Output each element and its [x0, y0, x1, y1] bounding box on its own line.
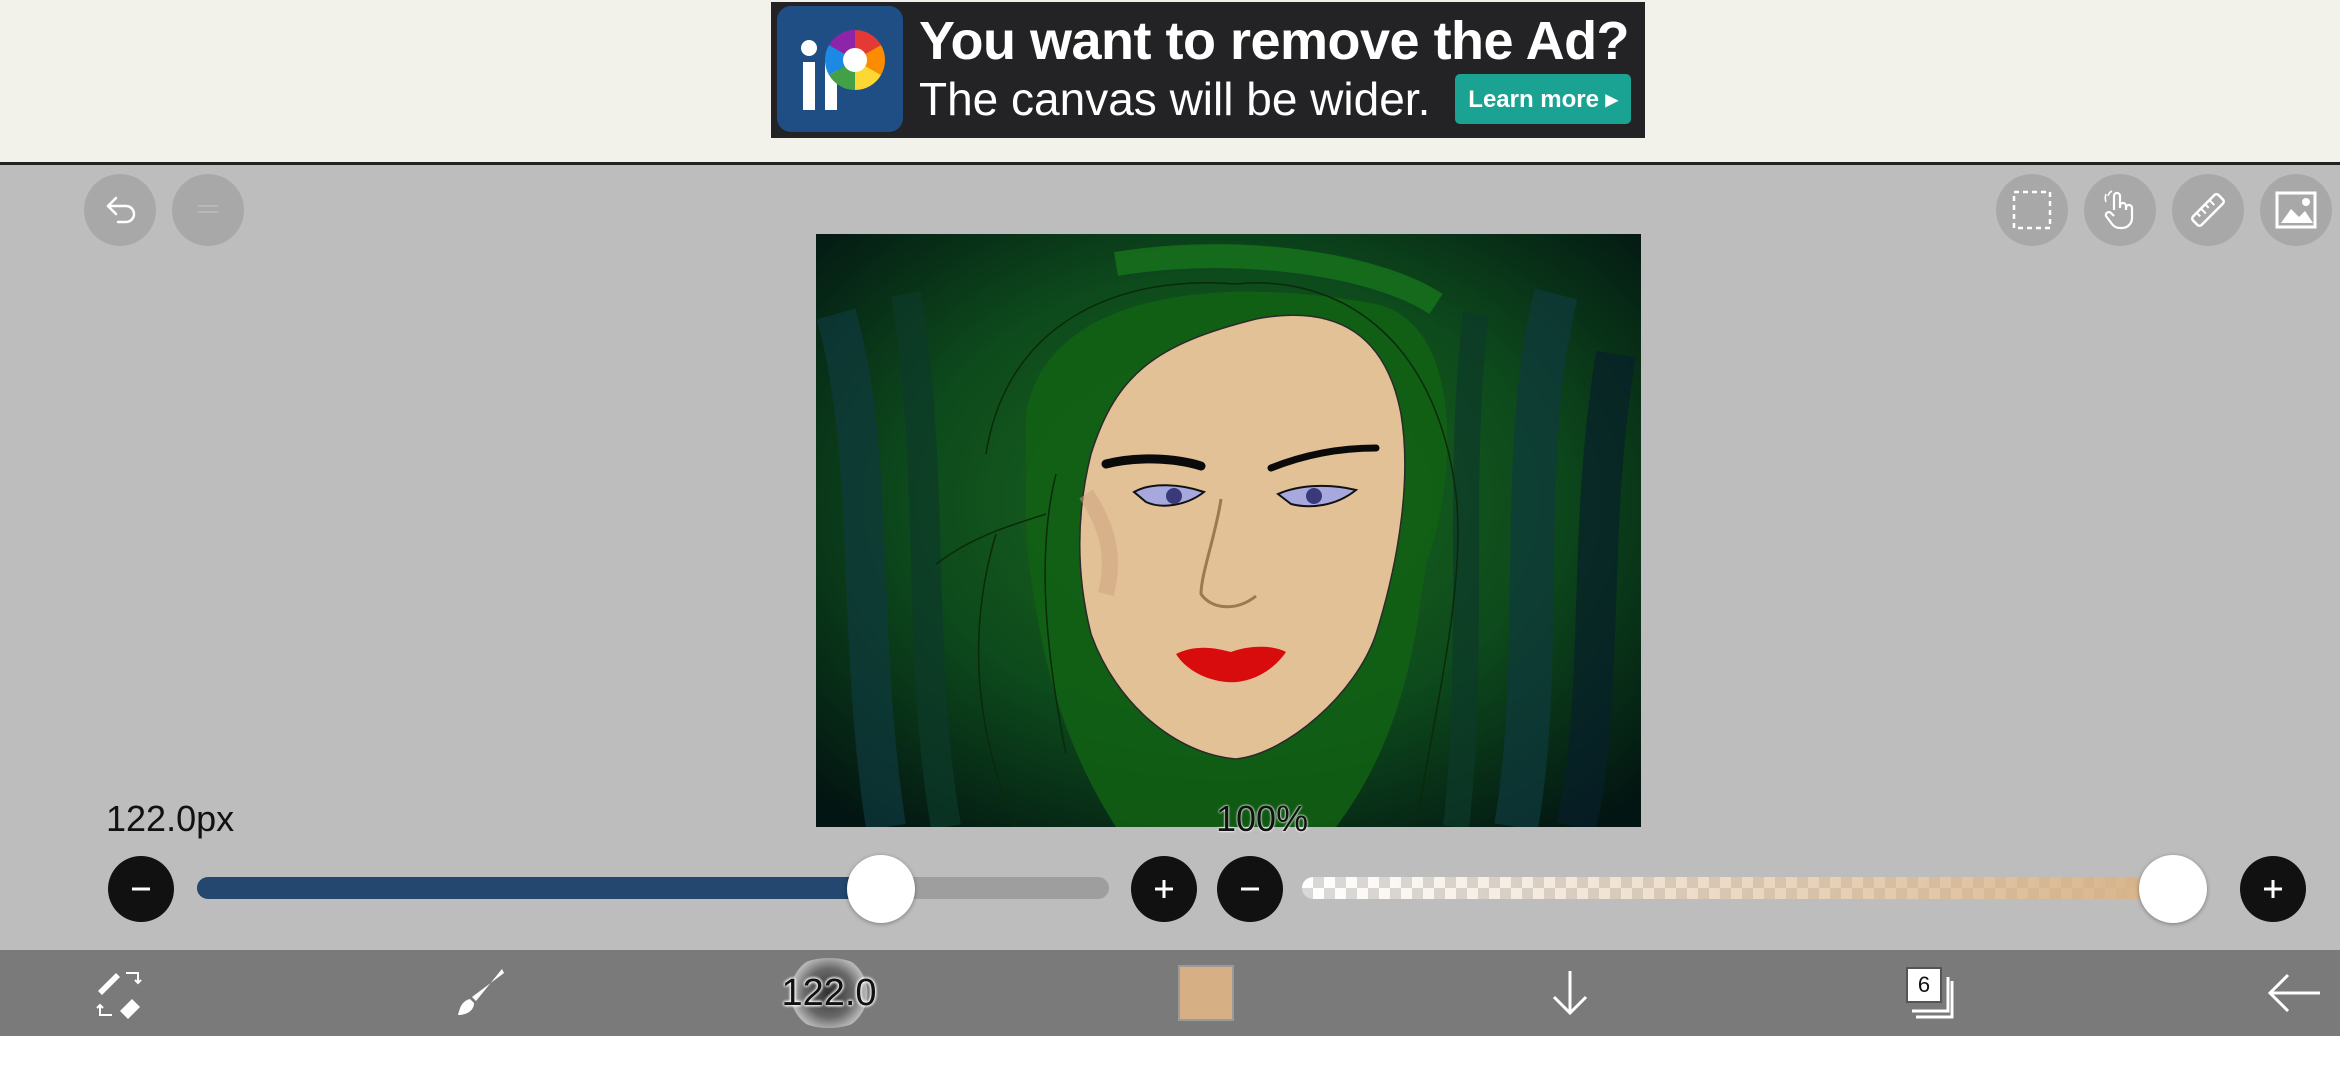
minus-icon	[1241, 887, 1259, 891]
gallery-button[interactable]	[2260, 174, 2332, 246]
pen-eraser-swap-icon	[96, 972, 142, 1019]
gallery-icon	[2275, 191, 2317, 229]
zoom-label: 100%	[1216, 798, 1309, 839]
brush-size-slider[interactable]	[197, 877, 1109, 899]
redo-button[interactable]	[172, 174, 244, 246]
ad-subtitle: The canvas will be wider.	[919, 73, 1431, 125]
selection-icon	[2012, 190, 2052, 230]
hand-gesture-icon	[2104, 190, 2134, 230]
opacity-increase-button[interactable]	[2240, 856, 2306, 922]
pen-eraser-swap-button[interactable]	[80, 950, 160, 1036]
plus-icon	[1155, 880, 1173, 898]
layers-icon: 6	[1902, 965, 1958, 1021]
undo-icon	[106, 196, 136, 224]
opacity-slider-thumb[interactable]	[2139, 855, 2208, 923]
color-button[interactable]	[1166, 950, 1246, 1036]
plus-icon	[2264, 880, 2282, 898]
ruler-button[interactable]	[2172, 174, 2244, 246]
ad-banner[interactable]: You want to remove the Ad? The canvas wi…	[771, 2, 1645, 138]
brush-size-button[interactable]: 122.0	[774, 950, 884, 1036]
opacity-slider[interactable]	[1302, 877, 2200, 899]
brush-tool-button[interactable]	[440, 950, 520, 1036]
hand-gesture-button[interactable]	[2084, 174, 2156, 246]
brush-size-badge: 122.0	[779, 958, 879, 1028]
selection-button[interactable]	[1996, 174, 2068, 246]
current-color-swatch	[1178, 965, 1234, 1021]
brush-size-label: 122.0px	[106, 798, 235, 839]
redo-icon	[198, 205, 218, 213]
learn-more-button[interactable]: Learn more ▸	[1455, 74, 1631, 124]
bottom-strip	[0, 1036, 2340, 1080]
download-icon	[1552, 971, 1588, 1016]
brush-size-badge-text: 122.0	[781, 971, 877, 1014]
ibispaint-logo	[777, 6, 903, 132]
size-decrease-button[interactable]	[108, 856, 174, 922]
layers-button[interactable]: 6	[1890, 950, 1970, 1036]
canvas-artwork	[816, 234, 1641, 827]
brush-size-slider-fill	[197, 877, 881, 899]
ruler-icon	[2191, 193, 2225, 227]
brush-size-slider-thumb[interactable]	[847, 855, 915, 923]
layers-count: 6	[1906, 967, 1942, 1003]
download-button[interactable]	[1530, 950, 1610, 1036]
back-button[interactable]	[2254, 950, 2334, 1036]
back-arrow-icon	[2267, 973, 2320, 1013]
size-increase-button[interactable]	[1131, 856, 1197, 922]
ad-title: You want to remove the Ad?	[919, 11, 1630, 71]
brush-icon	[458, 969, 504, 1015]
drawing-canvas[interactable]	[816, 234, 1641, 827]
opacity-decrease-button[interactable]	[1217, 856, 1283, 922]
ad-banner-area: You want to remove the Ad? The canvas wi…	[0, 0, 2340, 165]
undo-button[interactable]	[84, 174, 156, 246]
minus-icon	[132, 887, 150, 891]
